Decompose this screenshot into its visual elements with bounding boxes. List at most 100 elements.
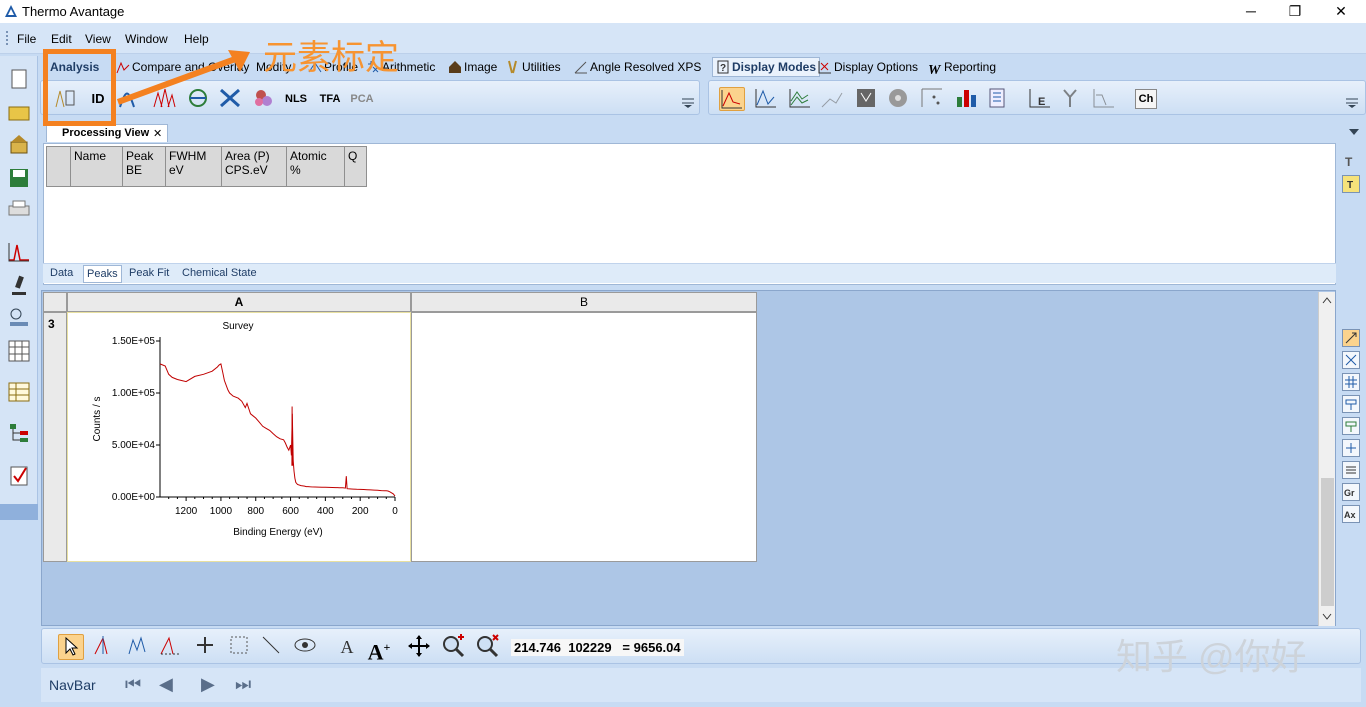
processing-view-close-icon[interactable]: ✕: [153, 127, 162, 140]
bar-chart-icon[interactable]: [953, 87, 979, 111]
survey-chart[interactable]: Survey 0.00E+00 5.00E+04 1.00E+05 1.50E+05 12…: [67, 312, 411, 562]
spectrum-icon[interactable]: [6, 242, 32, 268]
tree-icon[interactable]: [6, 422, 32, 448]
tab-display-options[interactable]: Display Options: [818, 60, 918, 74]
peaks-col-fwhm[interactable]: FWHM eV: [165, 146, 222, 187]
add-cell-icon[interactable]: [1342, 439, 1360, 457]
display-toolbar: E Ch: [708, 80, 1366, 115]
nav-prev-icon[interactable]: ◀: [159, 674, 173, 695]
enlarge-text-icon[interactable]: A+: [366, 634, 392, 664]
zoom-reset-icon[interactable]: [474, 634, 500, 660]
peaks-col-q[interactable]: Q: [344, 146, 367, 187]
grid-layout-icon[interactable]: [1342, 373, 1360, 391]
column-header-b[interactable]: B: [411, 292, 757, 312]
grid-cell-b3[interactable]: [411, 312, 757, 562]
crosshair-icon[interactable]: [192, 634, 218, 660]
single-spectrum-icon[interactable]: [719, 87, 745, 111]
tab-display-modes[interactable]: ? Display Modes: [712, 57, 821, 77]
save-icon[interactable]: [6, 168, 32, 194]
nav-last-icon[interactable]: ⏭: [235, 674, 251, 695]
vertical-scrollbar[interactable]: [1318, 292, 1335, 626]
nav-next-icon[interactable]: ▶: [201, 674, 215, 695]
print-icon[interactable]: [6, 200, 32, 226]
microscope-icon[interactable]: [6, 274, 32, 300]
row-header[interactable]: 3: [43, 312, 67, 562]
peak-marker-icon[interactable]: [92, 634, 118, 660]
tab-utilities[interactable]: Utilities: [506, 60, 561, 74]
peaks-col-name[interactable]: Name: [70, 146, 123, 187]
table-icon[interactable]: [6, 382, 32, 408]
align-icon[interactable]: [1342, 461, 1360, 479]
display-toolbar-overflow-icon[interactable]: [1345, 95, 1359, 109]
depth-profile-icon[interactable]: [985, 87, 1011, 111]
scroll-up-icon[interactable]: [1321, 294, 1333, 304]
pan-icon[interactable]: [406, 634, 432, 660]
eye-icon[interactable]: [292, 634, 318, 660]
text-annotation-icon[interactable]: A: [334, 634, 360, 660]
expand-icon[interactable]: [1342, 351, 1360, 369]
tab-angle-resolved[interactable]: Angle Resolved XPS: [574, 60, 701, 74]
svg-text:T: T: [1347, 180, 1353, 191]
toolbar-overflow-icon[interactable]: [681, 95, 695, 109]
subtab-chemical-state[interactable]: Chemical State: [179, 267, 260, 279]
x-tick-label: 800: [247, 506, 264, 517]
expand-panel-button[interactable]: [0, 504, 38, 520]
overlay-spectra-icon[interactable]: [753, 87, 779, 111]
maximize-button[interactable]: ❐: [1272, 0, 1318, 23]
x-tick-label: 1000: [210, 506, 233, 517]
image-mode-icon[interactable]: [853, 87, 879, 111]
close-button[interactable]: ✕: [1318, 0, 1364, 23]
processing-view-tab[interactable]: Processing View ✕: [46, 124, 168, 142]
chevron-down-icon[interactable]: [1348, 126, 1360, 136]
insert-row-icon[interactable]: [1342, 395, 1360, 413]
stacked-spectra-icon[interactable]: [787, 87, 813, 111]
nls-button[interactable]: NLS: [283, 87, 309, 111]
tab-reporting[interactable]: W Reporting: [928, 60, 996, 78]
instrument-icon[interactable]: [6, 306, 32, 332]
subtab-peaks[interactable]: Peaks: [83, 265, 122, 283]
subtab-data[interactable]: Data: [47, 267, 76, 279]
minimize-button[interactable]: ─: [1228, 0, 1274, 23]
y-tick-label: 1.50E+05: [112, 336, 156, 347]
peak-label-icon[interactable]: [158, 634, 184, 660]
text-tool-icon[interactable]: T: [1342, 153, 1360, 171]
menu-edit[interactable]: Edit: [51, 32, 72, 46]
zoom-in-icon[interactable]: [440, 634, 466, 660]
text-box-icon[interactable]: T: [1342, 175, 1360, 193]
box-select-icon[interactable]: [226, 634, 252, 660]
subtab-peak-fit[interactable]: Peak Fit: [126, 267, 172, 279]
checklist-icon[interactable]: [6, 464, 32, 490]
peaks-col-atomic[interactable]: Atomic %: [286, 146, 345, 187]
graph-icon[interactable]: Gr: [1342, 483, 1360, 501]
channel-button[interactable]: Ch: [1135, 89, 1157, 109]
menu-view[interactable]: View: [85, 32, 111, 46]
y-axis-icon[interactable]: [1059, 87, 1085, 111]
peaks-col-peak-be[interactable]: Peak BE: [122, 146, 166, 187]
region-icon[interactable]: [126, 634, 152, 660]
column-header-a[interactable]: A: [67, 292, 411, 312]
tab-image[interactable]: Image: [448, 60, 497, 74]
navbar-label: NavBar: [49, 677, 96, 693]
menu-file[interactable]: File: [17, 32, 36, 46]
pca-button[interactable]: PCA: [349, 87, 375, 111]
energy-axis-icon[interactable]: E: [1027, 87, 1053, 111]
import-icon[interactable]: [6, 134, 32, 160]
insert-column-icon[interactable]: [1342, 417, 1360, 435]
scroll-thumb[interactable]: [1321, 478, 1334, 606]
nav-first-icon[interactable]: ⏮: [125, 674, 141, 695]
scatter-mode-icon[interactable]: [919, 87, 945, 111]
tfa-button[interactable]: TFA: [317, 87, 343, 111]
peaks-col-area[interactable]: Area (P) CPS.eV: [221, 146, 287, 187]
line-tool-icon[interactable]: [258, 634, 284, 660]
new-file-icon[interactable]: [6, 68, 32, 94]
disc-icon[interactable]: [885, 87, 911, 111]
grid-icon[interactable]: [6, 340, 32, 366]
fit-view-icon[interactable]: [1342, 329, 1360, 347]
open-folder-icon[interactable]: [6, 102, 32, 128]
pointer-icon[interactable]: [58, 634, 84, 660]
grid-cell-a3[interactable]: Survey 0.00E+00 5.00E+04 1.00E+05 1.50E+05 12…: [67, 312, 411, 562]
scroll-down-icon[interactable]: [1321, 610, 1333, 620]
axis-icon[interactable]: Ax: [1342, 505, 1360, 523]
baseline-icon[interactable]: [1091, 87, 1117, 111]
3d-spectra-icon[interactable]: [819, 87, 845, 111]
